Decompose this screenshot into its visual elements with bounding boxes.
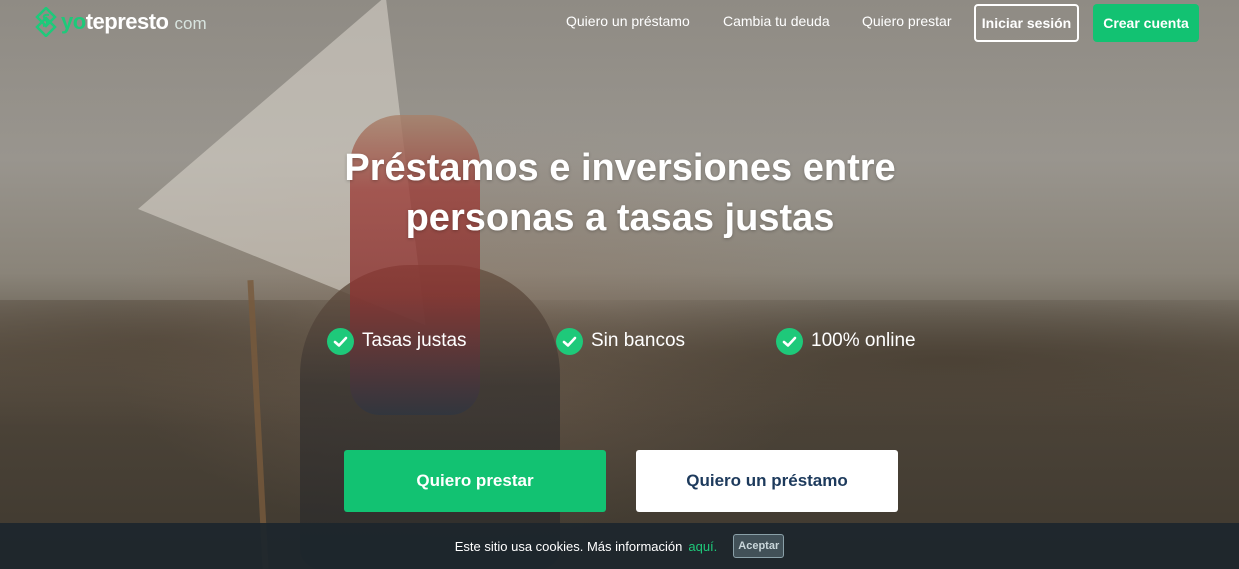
signup-button[interactable]: Crear cuenta xyxy=(1093,4,1199,42)
logo-suffix: com xyxy=(174,13,207,33)
site-logo[interactable]: yotepresto com xyxy=(35,6,207,38)
cookie-text: Este sitio usa cookies. Más información xyxy=(454,538,683,554)
check-icon xyxy=(556,327,583,355)
check-icon xyxy=(776,327,803,355)
cookie-info-link[interactable]: aquí. xyxy=(688,539,717,554)
login-button[interactable]: Iniciar sesión xyxy=(974,4,1079,42)
feature-label: Sin bancos xyxy=(591,330,686,351)
feature-fair-rates: Tasas justas xyxy=(327,326,467,356)
feature-label: Tasas justas xyxy=(362,330,467,351)
feature-no-banks: Sin bancos xyxy=(556,326,685,356)
nav-link-refinance[interactable]: Cambia tu deuda xyxy=(723,13,830,29)
site-header: yotepresto com Quiero un préstamo Cambia… xyxy=(0,0,1239,46)
feature-online: 100% online xyxy=(776,326,916,356)
logo-wordmark: yotepresto xyxy=(61,9,169,34)
check-icon xyxy=(327,327,354,355)
feature-label: 100% online xyxy=(811,330,916,351)
cookie-accept-button[interactable]: Aceptar xyxy=(733,534,785,558)
cta-lend-button[interactable]: Quiero prestar xyxy=(344,450,606,512)
cookie-banner: Este sitio usa cookies. Más información … xyxy=(0,523,1239,569)
logo-icon xyxy=(35,7,57,37)
nav-link-lend[interactable]: Quiero prestar xyxy=(862,13,951,29)
hero-headline: Préstamos e inversiones entre personas a… xyxy=(344,147,896,239)
hero-background xyxy=(0,0,1239,569)
cta-loan-button[interactable]: Quiero un préstamo xyxy=(636,450,898,512)
nav-link-loan[interactable]: Quiero un préstamo xyxy=(566,13,690,29)
